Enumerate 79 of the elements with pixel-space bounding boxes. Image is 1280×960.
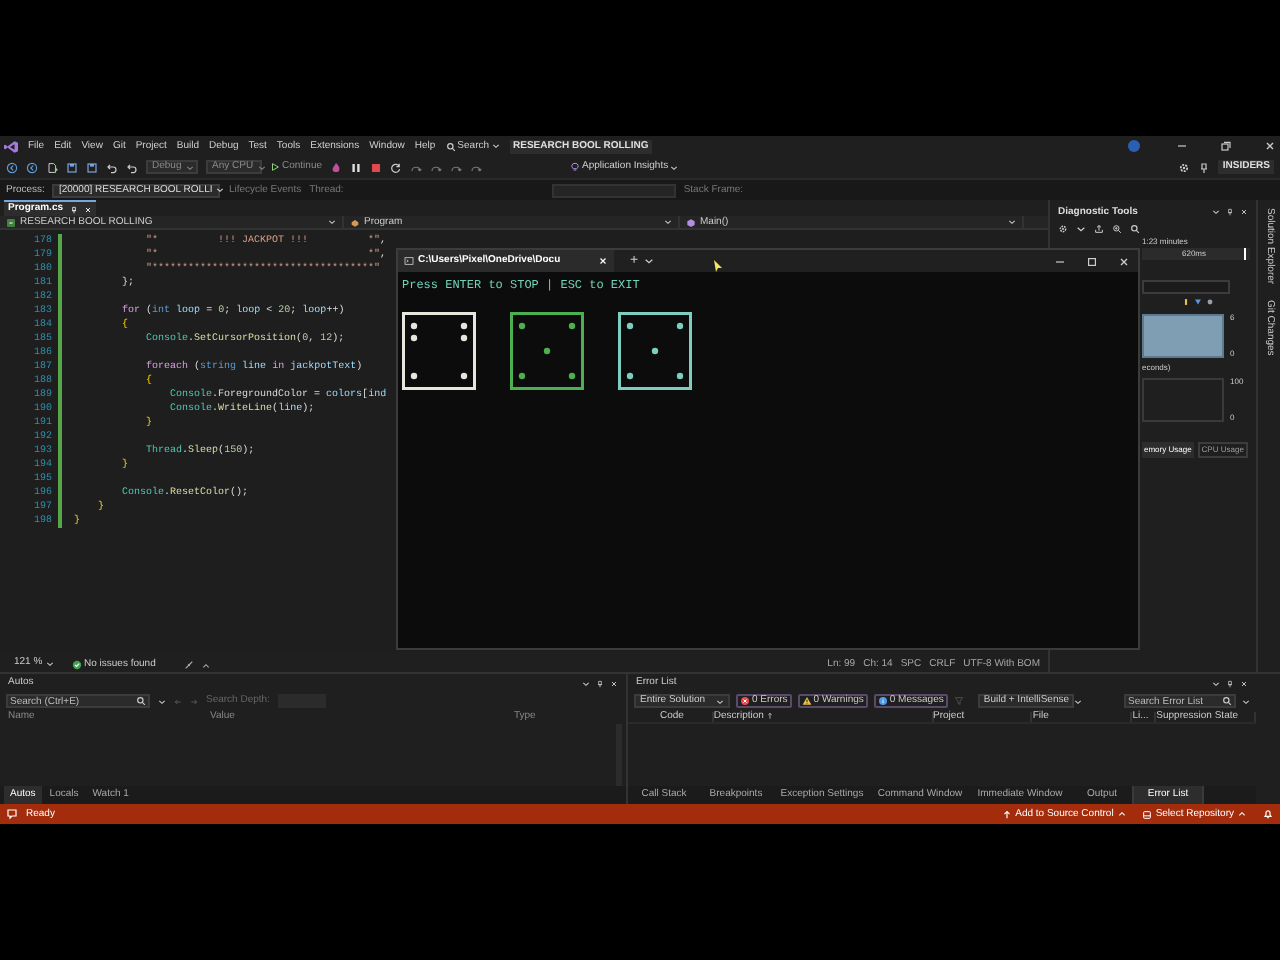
settings-icon[interactable]: [1178, 161, 1191, 173]
chevron-icon[interactable]: [1242, 697, 1250, 705]
pin-icon[interactable]: [1226, 679, 1234, 687]
zoom-in-icon[interactable]: [1112, 223, 1122, 233]
caret-icon[interactable]: [201, 662, 210, 670]
chevron-icon[interactable]: [1212, 679, 1220, 687]
project-icon: [6, 217, 16, 227]
minimize-icon[interactable]: [1176, 140, 1188, 152]
close-icon[interactable]: [1264, 140, 1276, 152]
check-icon: [72, 660, 82, 670]
memory-chart: [1142, 314, 1224, 358]
chevron-icon: [216, 186, 225, 194]
comment-icon[interactable]: [6, 808, 18, 820]
step-icon[interactable]: [470, 161, 483, 173]
step-icon[interactable]: [410, 161, 423, 173]
restore-icon[interactable]: [1220, 140, 1232, 152]
settings-icon[interactable]: [1058, 223, 1068, 233]
chevron-icon: [716, 697, 724, 705]
terminal-icon: [404, 256, 414, 266]
pin-icon[interactable]: [1198, 161, 1211, 173]
back-icon[interactable]: [6, 161, 18, 173]
search-icon: [445, 141, 456, 151]
minimize-icon[interactable]: [1054, 255, 1066, 267]
bell-icon[interactable]: [1262, 808, 1274, 820]
restart-icon[interactable]: [390, 161, 403, 173]
chevron-icon: [491, 142, 500, 150]
chevron-icon: [1073, 697, 1082, 705]
chevron-icon: [664, 218, 672, 226]
close-icon[interactable]: [1118, 255, 1130, 267]
undo-icon[interactable]: [106, 161, 118, 173]
save-icon[interactable]: [66, 161, 78, 173]
account-avatar[interactable]: [1128, 140, 1140, 152]
chevron-icon: [185, 163, 194, 171]
step-icon[interactable]: [450, 161, 463, 173]
export-icon[interactable]: [1094, 223, 1104, 233]
chevron-icon: [46, 659, 55, 667]
repository-icon: [1141, 809, 1152, 819]
flame-icon[interactable]: [330, 161, 343, 173]
brush-icon[interactable]: [183, 660, 194, 670]
warning-icon: [801, 696, 812, 706]
caret-icon: [1117, 810, 1126, 818]
dot-icon: [1206, 297, 1214, 305]
save-all-icon[interactable]: [86, 161, 98, 173]
pin-icon[interactable]: [1226, 208, 1234, 216]
step-icon[interactable]: [430, 161, 443, 173]
close-icon[interactable]: [610, 679, 618, 687]
input-field[interactable]: [1142, 280, 1230, 294]
close-icon[interactable]: [1240, 208, 1248, 216]
search-icon: [1222, 696, 1232, 706]
close-icon[interactable]: [1240, 679, 1248, 687]
triangle-icon: [1194, 297, 1202, 305]
chevron-icon[interactable]: [1212, 208, 1220, 216]
app-logo-icon: [4, 139, 18, 153]
error-icon: [740, 696, 750, 706]
caret-icon: [1238, 810, 1246, 818]
search-icon: [136, 696, 146, 706]
chevron-icon: [1008, 218, 1016, 226]
pin-icon[interactable]: [596, 679, 604, 687]
zoom-out-icon[interactable]: [1130, 223, 1140, 233]
timeline-marker: [1244, 248, 1246, 260]
close-icon: [598, 256, 608, 266]
chevron-icon: [328, 218, 336, 226]
pointer-icon: [714, 260, 722, 272]
bulb-icon: [570, 162, 581, 172]
chevron-icon[interactable]: [582, 679, 590, 687]
stop-icon[interactable]: [370, 161, 383, 173]
chevron-icon: [670, 163, 679, 171]
close-icon: [83, 205, 92, 213]
new-item-icon[interactable]: [46, 161, 58, 173]
chevron-icon[interactable]: [644, 256, 655, 266]
pin-icon: [69, 205, 78, 213]
arrow-up-icon: [1001, 809, 1012, 819]
play-icon: [270, 162, 280, 172]
chevron-icon: [257, 163, 266, 171]
message-icon: [877, 696, 888, 706]
chevron-icon[interactable]: [158, 697, 166, 705]
pause-icon[interactable]: [350, 161, 363, 173]
maximize-icon[interactable]: [1086, 255, 1098, 267]
chevron-icon[interactable]: [1076, 223, 1086, 233]
